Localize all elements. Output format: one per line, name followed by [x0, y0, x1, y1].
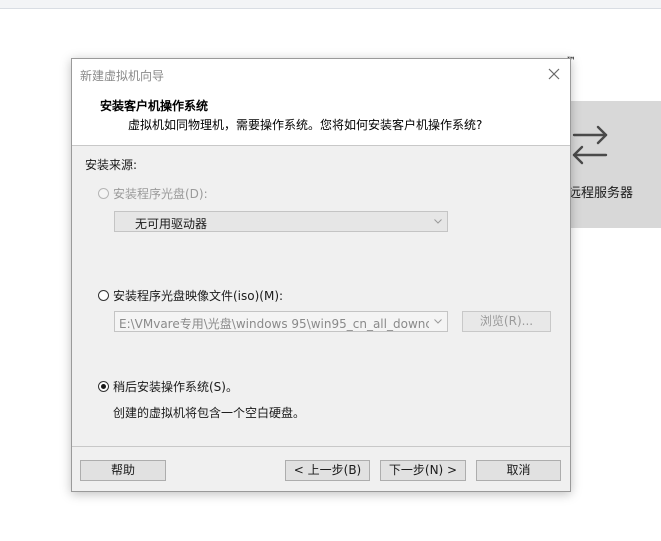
- install-later-label: 稍后安装操作系统(S)。: [113, 380, 238, 394]
- install-later-radio[interactable]: [98, 381, 109, 392]
- iso-radio[interactable]: [98, 290, 109, 301]
- cancel-button[interactable]: 取消: [476, 460, 561, 481]
- chevron-down-icon: [434, 319, 442, 324]
- iso-path-value: E:\VMvare专用\光盘\windows 95\win95_cn_all_d…: [119, 317, 429, 331]
- drive-select[interactable]: 无可用驱动器: [114, 211, 448, 232]
- wizard-subheading: 虚拟机如同物理机，需要操作系统。您将如何安装客户机操作系统?: [128, 118, 483, 132]
- disc-option-label: 安装程序光盘(D):: [113, 187, 208, 201]
- disc-radio[interactable]: [98, 188, 109, 199]
- wizard-footer: 帮助 < 上一步(B) 下一步(N) > 取消: [72, 446, 570, 492]
- close-icon[interactable]: [544, 64, 564, 84]
- browse-button[interactable]: 浏览(R)...: [462, 311, 551, 332]
- install-source-label: 安装来源:: [85, 158, 138, 172]
- remote-server-label: 远程服务器: [568, 186, 634, 201]
- iso-option-label: 安装程序光盘映像文件(iso)(M):: [113, 289, 284, 303]
- remote-server-tile[interactable]: 远程服务器: [568, 101, 661, 228]
- swap-arrows-icon: [572, 125, 608, 165]
- new-vm-wizard-dialog: 新建虚拟机向导 安装客户机操作系统 虚拟机如同物理机，需要操作系统。您将如何安装…: [71, 58, 571, 492]
- dialog-titlebar: 新建虚拟机向导: [72, 59, 570, 89]
- back-button[interactable]: < 上一步(B): [285, 460, 370, 481]
- dialog-title: 新建虚拟机向导: [80, 69, 165, 83]
- help-button[interactable]: 帮助: [80, 460, 166, 481]
- chevron-down-icon: [434, 219, 442, 224]
- drive-select-value: 无可用驱动器: [135, 217, 208, 231]
- iso-path-combobox[interactable]: E:\VMvare专用\光盘\windows 95\win95_cn_all_d…: [114, 311, 448, 332]
- wizard-heading: 安装客户机操作系统: [100, 99, 209, 113]
- app-top-bar: [0, 0, 661, 9]
- next-button[interactable]: 下一步(N) >: [380, 460, 466, 481]
- wizard-content: 安装来源: 安装程序光盘(D): 无可用驱动器 安装程序光盘映像文件(iso)(…: [72, 146, 570, 446]
- wizard-header: 安装客户机操作系统 虚拟机如同物理机，需要操作系统。您将如何安装客户机操作系统?: [72, 89, 570, 146]
- blank-disk-note: 创建的虚拟机将包含一个空白硬盘。: [113, 406, 306, 420]
